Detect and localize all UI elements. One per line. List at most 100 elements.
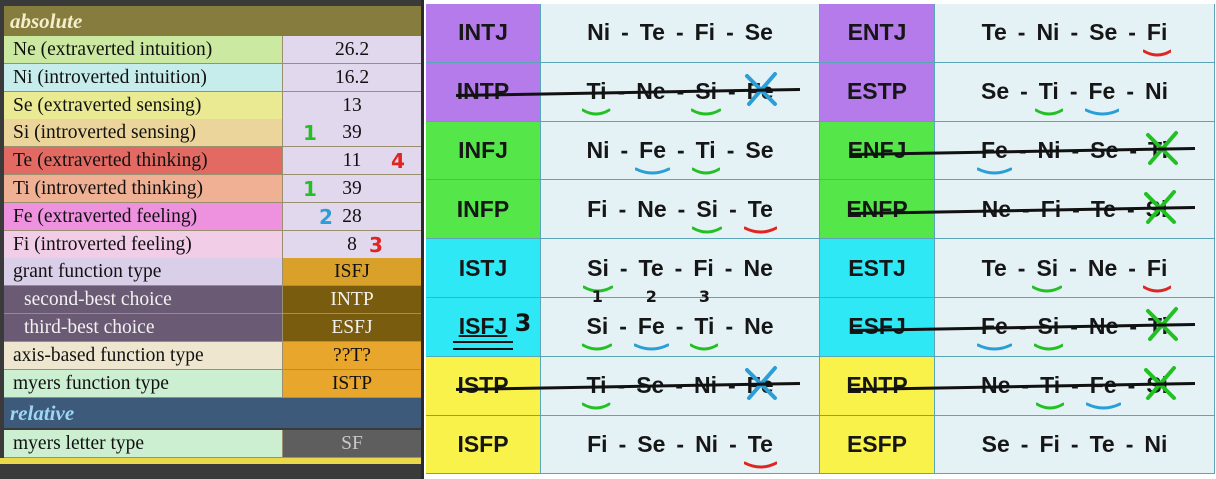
row-label: Si (introverted sensing): [4, 119, 283, 148]
type-cell-isfj: ISFJ 3: [426, 298, 541, 357]
function-stack-cell: Si - Te - Fi - Ne: [541, 239, 820, 298]
function-text: Ni: [1036, 19, 1060, 46]
separator: -: [1069, 254, 1077, 281]
value-text: 28: [342, 205, 362, 227]
function-stack-cell: Si 1- Fe 2- Ti 3- Ne: [541, 287, 820, 357]
separator: -: [729, 195, 737, 222]
underline-mark: [582, 107, 611, 117]
rank-number: 1: [591, 287, 603, 307]
handwritten-rank-note: 2: [319, 204, 333, 229]
separator: -: [1128, 19, 1136, 46]
separator: -: [1128, 372, 1136, 399]
bottom-divider: [0, 458, 421, 464]
function-label: Ti 3: [690, 287, 719, 351]
function-label: Ni: [587, 19, 610, 46]
function-stack-cell: Te - Si - Ne - Fi: [935, 239, 1215, 298]
score-row: myers function type ISTP: [4, 369, 421, 398]
function-label: Ne: [744, 313, 773, 340]
value-text: 39: [342, 178, 362, 199]
row-label: Fe (extraverted feeling): [4, 202, 283, 231]
row-value: 39 1: [283, 175, 421, 203]
function-label: Se: [745, 137, 773, 164]
function-text: Se: [745, 136, 774, 163]
row-value: 83: [283, 230, 421, 259]
type-label: ESTJ: [848, 254, 906, 281]
score-row: Ni (introverted intuition) 16.2: [4, 63, 421, 92]
function-text: Si: [586, 313, 609, 340]
handwritten-rank-note: 4: [391, 149, 405, 174]
function-text: Te: [1089, 430, 1115, 457]
type-label: INFP: [456, 195, 510, 222]
function-stack-cell: Fi - Se - Ni - Te: [541, 415, 820, 475]
row-label: Se (extraverted sensing): [4, 91, 283, 120]
separator: -: [1125, 430, 1134, 457]
type-label: ESFJ: [848, 313, 906, 340]
function-text: Si: [696, 195, 719, 222]
underline-mark: [1142, 284, 1172, 294]
type-label: ESFP: [846, 430, 908, 457]
row-label: grant function type: [4, 258, 283, 287]
row-label: myers letter type: [4, 430, 283, 458]
type-cell-enfp: ENFP: [820, 180, 935, 240]
separator: -: [619, 254, 628, 281]
function-label: Te: [640, 19, 665, 46]
row-value: INTP: [283, 286, 421, 315]
separator: -: [674, 254, 683, 281]
function-label: Fi: [587, 431, 607, 458]
function-text: Ne: [1087, 254, 1118, 281]
absolute-header: absolute: [4, 6, 421, 36]
function-label: Ne: [743, 255, 772, 282]
row-label: second-best choice: [4, 286, 283, 315]
value-text: 16.2: [334, 66, 370, 88]
value-text: 8: [347, 233, 357, 255]
separator: -: [1069, 78, 1078, 105]
type-function-table: INTJNi-Te-Fi-SeENTJTe-Ni-Se-FiINTPTi-Ne-…: [424, 0, 1216, 479]
underline-mark: [635, 166, 670, 176]
function-text: Si: [587, 254, 609, 281]
function-stack-cell: Se - Ti - Fe - Ni: [935, 62, 1215, 122]
value-text: ESFJ: [331, 317, 373, 338]
function-label: Fi: [1039, 431, 1059, 458]
relative-row: myers letter type SF: [4, 430, 421, 458]
underline-mark: [1036, 401, 1065, 411]
function-text: Ti: [1038, 78, 1059, 105]
function-label: Fi: [1142, 19, 1172, 57]
value-text: 39: [342, 122, 362, 144]
row-value: 26.2: [283, 36, 421, 64]
function-label: Fe 2: [633, 287, 669, 351]
underline-mark: [691, 107, 721, 117]
function-label: Si: [692, 195, 723, 234]
function-label: Ne: [637, 196, 666, 223]
function-label: Si: [1144, 366, 1177, 401]
separator: -: [618, 430, 627, 457]
function-label: Ti: [1034, 78, 1063, 116]
separator: -: [619, 313, 627, 340]
relative-header: relative: [4, 398, 421, 428]
function-label: Te: [982, 19, 1007, 46]
row-value: ISTP: [283, 369, 421, 398]
rank-number: 3: [698, 287, 710, 307]
handwritten-rank-note: 3: [369, 232, 383, 257]
separator: -: [1017, 254, 1026, 281]
separator: -: [618, 195, 627, 222]
type-cell-isfp: ISFP: [426, 415, 541, 475]
function-text: Ni: [587, 19, 611, 46]
type-label: ENTP: [846, 372, 908, 399]
type-label: ENFJ: [847, 136, 907, 163]
function-label: Fe: [744, 366, 777, 401]
underline-mark: [692, 225, 723, 235]
function-text: Si: [1036, 254, 1059, 281]
separator: -: [621, 19, 629, 46]
row-label: Ti (introverted thinking): [4, 175, 283, 203]
underline-mark: [690, 342, 719, 352]
row-value: ESFJ: [283, 314, 421, 342]
function-label: Fe: [635, 137, 670, 175]
type-cell-infp: INFP: [426, 180, 541, 240]
value-text: INTP: [330, 289, 374, 311]
row-label: Ni (introverted intuition): [4, 63, 283, 92]
type-label: ENTJ: [847, 19, 907, 46]
underline-mark: [743, 225, 777, 235]
score-row: Fe (extraverted feeling) 28 2: [4, 202, 421, 231]
function-text: Fe: [1088, 78, 1116, 105]
function-text: Fi: [693, 254, 714, 281]
